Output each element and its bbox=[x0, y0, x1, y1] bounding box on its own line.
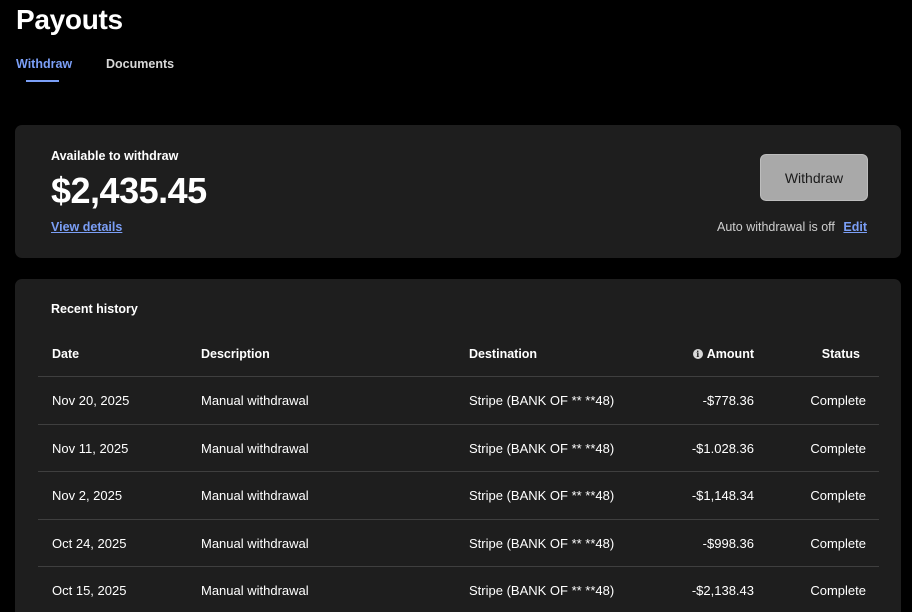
history-title: Recent history bbox=[51, 302, 138, 316]
withdraw-button[interactable]: Withdraw bbox=[760, 154, 868, 201]
row-description: Manual withdrawal bbox=[201, 440, 309, 456]
tab-active-underline bbox=[26, 80, 59, 82]
column-status: Status bbox=[821, 347, 860, 361]
auto-withdrawal-status: Auto withdrawal is off Edit bbox=[717, 220, 867, 234]
column-destination: Destination bbox=[469, 347, 538, 361]
row-status: Complete bbox=[810, 393, 866, 408]
tab-documents[interactable]: Documents bbox=[106, 57, 174, 71]
column-amount-label: Amount bbox=[706, 347, 754, 361]
row-description: Manual withdrawal bbox=[201, 535, 309, 551]
row-date: Oct 15, 2025 bbox=[52, 583, 127, 598]
row-destination: Stripe (BANK OF ** **48) bbox=[469, 488, 615, 503]
column-date: Date bbox=[52, 347, 80, 361]
table-header: Date Description Destination i Amount Sta… bbox=[38, 339, 879, 377]
row-amount: -$778.36 bbox=[702, 393, 754, 408]
table-row[interactable]: Nov 2, 2025 Manual withdrawal Stripe (BA… bbox=[38, 472, 879, 520]
row-date: Nov 11, 2025 bbox=[52, 440, 129, 456]
row-status: Complete bbox=[810, 583, 866, 598]
row-status: Complete bbox=[810, 488, 866, 503]
row-description: Manual withdrawal bbox=[201, 488, 309, 503]
row-destination: Stripe (BANK OF ** **48) bbox=[469, 440, 615, 456]
balance-card: Available to withdraw $2,435.45 View det… bbox=[15, 125, 901, 258]
table-row[interactable]: Oct 24, 2025 Manual withdrawal Stripe (B… bbox=[38, 520, 879, 567]
edit-auto-withdrawal-link[interactable]: Edit bbox=[843, 220, 867, 234]
row-amount: -$998.36 bbox=[702, 535, 754, 551]
row-status: Complete bbox=[810, 535, 866, 551]
row-destination: Stripe (BANK OF ** **48) bbox=[469, 393, 615, 408]
row-destination: Stripe (BANK OF ** **48) bbox=[469, 583, 615, 598]
auto-withdrawal-text: Auto withdrawal is off bbox=[717, 220, 835, 234]
column-description: Description bbox=[201, 347, 270, 361]
table-row[interactable]: Oct 15, 2025 Manual withdrawal Stripe (B… bbox=[38, 567, 879, 612]
table-row[interactable]: Nov 20, 2025 Manual withdrawal Stripe (B… bbox=[38, 377, 879, 425]
available-label: Available to withdraw bbox=[51, 149, 179, 163]
row-description: Manual withdrawal bbox=[201, 583, 309, 598]
tab-withdraw[interactable]: Withdraw bbox=[16, 57, 72, 71]
history-table: Date Description Destination i Amount Sta… bbox=[38, 339, 879, 612]
row-amount: -$2,138.43 bbox=[691, 583, 754, 598]
table-row[interactable]: Nov 11, 2025 Manual withdrawal Stripe (B… bbox=[38, 425, 879, 472]
row-description: Manual withdrawal bbox=[201, 393, 309, 408]
history-card: Recent history Date Description Destinat… bbox=[15, 279, 901, 612]
info-icon[interactable]: i bbox=[692, 349, 703, 359]
row-date: Oct 24, 2025 bbox=[52, 535, 127, 551]
row-amount: -$1,148.34 bbox=[691, 488, 754, 503]
row-date: Nov 20, 2025 bbox=[52, 393, 130, 408]
row-amount: -$1.028.36 bbox=[691, 440, 754, 456]
view-details-link[interactable]: View details bbox=[51, 220, 122, 234]
row-status: Complete bbox=[810, 440, 866, 456]
balance-amount: $2,435.45 bbox=[51, 170, 207, 211]
column-amount: i Amount bbox=[692, 347, 754, 361]
page-title: Payouts bbox=[16, 4, 123, 35]
row-date: Nov 2, 2025 bbox=[52, 488, 123, 503]
row-destination: Stripe (BANK OF ** **48) bbox=[469, 535, 615, 551]
